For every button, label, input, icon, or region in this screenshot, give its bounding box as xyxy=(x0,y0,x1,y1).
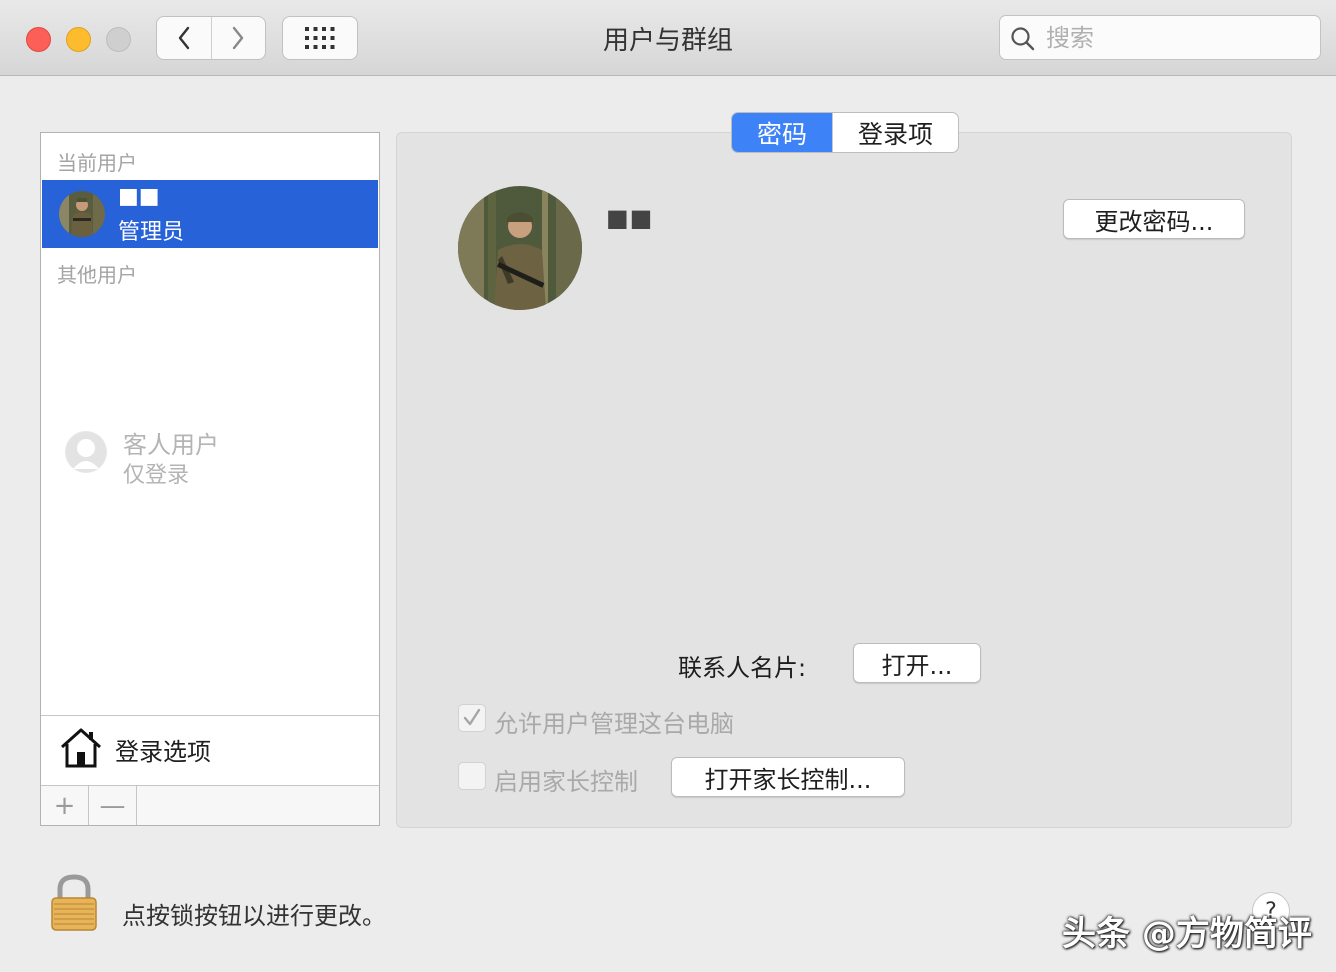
list-toolbar: + — xyxy=(41,785,379,825)
change-password-button[interactable]: 更改密码... xyxy=(1063,199,1245,239)
parental-controls-checkbox[interactable] xyxy=(458,762,486,790)
user-row-current[interactable]: ■■ 管理员 xyxy=(42,180,378,248)
allow-admin-checkbox[interactable] xyxy=(458,704,486,732)
user-role: 管理员 xyxy=(118,220,185,245)
lock-button[interactable] xyxy=(50,874,98,936)
guest-user-subtitle: 仅登录 xyxy=(123,463,190,488)
open-parental-controls-button[interactable]: 打开家长控制... xyxy=(671,757,905,797)
watermark-text: 头条 @方物简评 xyxy=(1062,914,1312,954)
guest-avatar xyxy=(65,431,107,473)
tab-login-items[interactable]: 登录项 xyxy=(832,113,958,152)
current-users-header: 当前用户 xyxy=(57,151,137,175)
remove-user-button[interactable]: — xyxy=(89,786,137,825)
user-list-panel: 当前用户 ■■ 管理员 其他用户 客人用户 仅登录 登录选项 + — xyxy=(40,132,380,826)
user-name: ■■ xyxy=(118,184,160,209)
contact-card-label: 联系人名片: xyxy=(678,654,807,682)
tab-bar: 密码 登录项 xyxy=(731,112,959,153)
login-options-label: 登录选项 xyxy=(115,738,211,766)
padlock-icon xyxy=(51,874,97,931)
allow-admin-label: 允许用户管理这台电脑 xyxy=(494,710,734,738)
guest-user-name[interactable]: 客人用户 xyxy=(123,425,219,460)
parental-controls-label: 启用家长控制 xyxy=(494,768,638,796)
login-options-row[interactable]: 登录选项 xyxy=(41,715,379,785)
open-contact-card-button[interactable]: 打开... xyxy=(853,643,981,683)
add-user-button[interactable]: + xyxy=(41,786,89,825)
person-silhouette-icon xyxy=(66,432,106,472)
search-field[interactable] xyxy=(999,15,1321,60)
search-icon xyxy=(1011,27,1035,51)
checkmark-icon xyxy=(463,708,481,726)
search-input[interactable] xyxy=(1046,22,1306,54)
tab-password[interactable]: 密码 xyxy=(732,113,832,152)
other-users-header: 其他用户 xyxy=(57,263,137,287)
user-avatar xyxy=(59,191,105,237)
user-picture[interactable] xyxy=(458,186,582,310)
title-bar: 用户与群组 xyxy=(0,0,1336,76)
house-icon xyxy=(60,728,102,768)
user-full-name: ■■ xyxy=(606,204,654,232)
lock-hint-text: 点按锁按钮以进行更改。 xyxy=(122,902,386,930)
